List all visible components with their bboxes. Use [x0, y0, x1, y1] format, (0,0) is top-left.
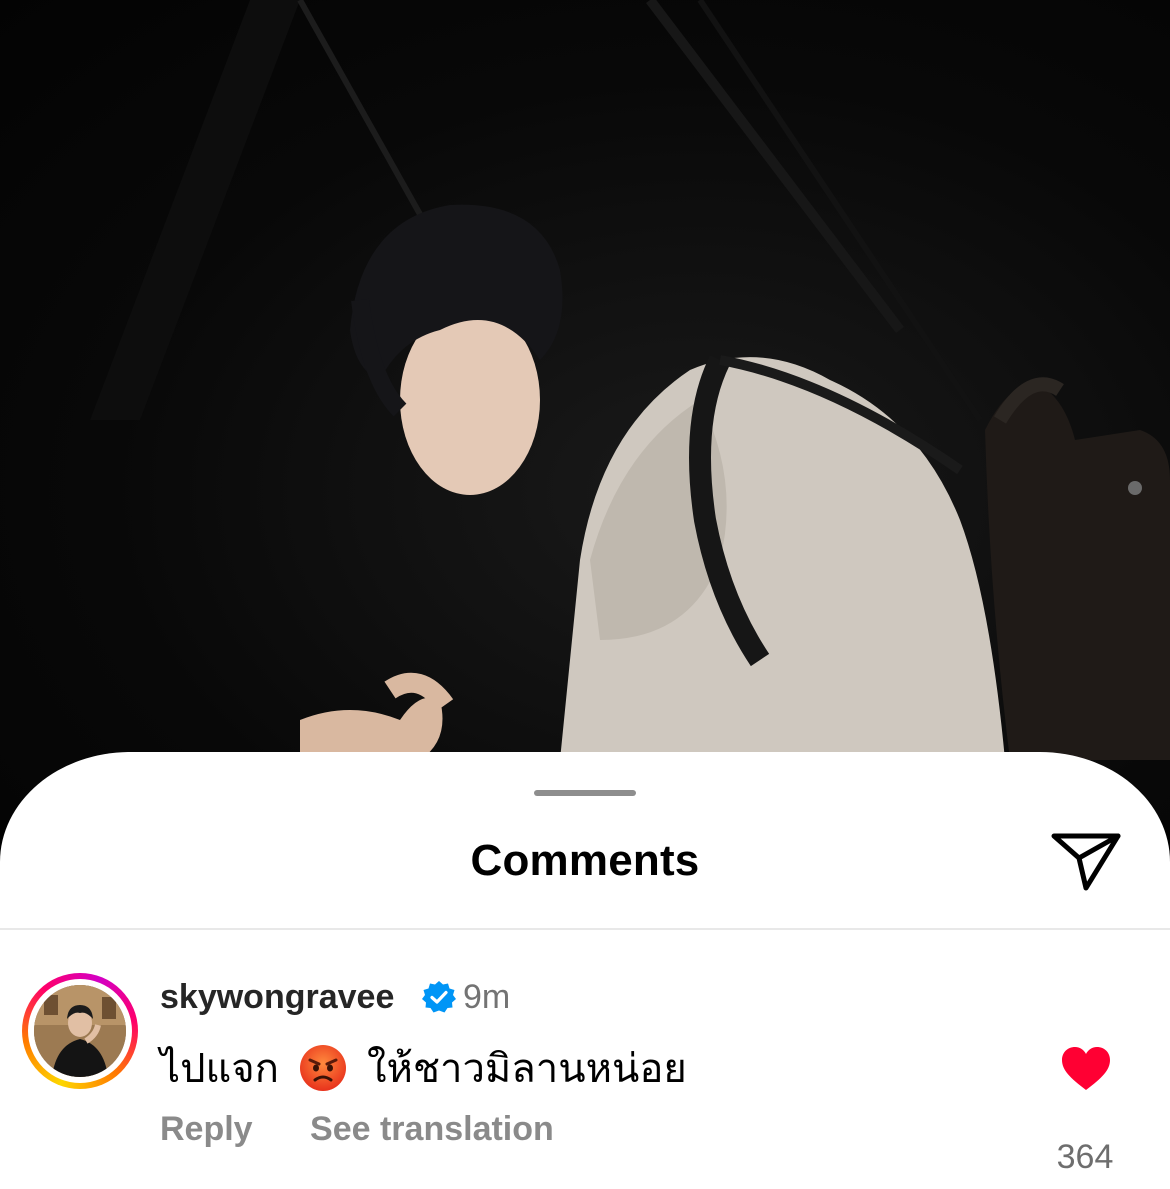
reply-button[interactable]: Reply: [160, 1110, 253, 1148]
send-icon[interactable]: [1050, 830, 1124, 894]
comment-actions: Reply See translation: [160, 1110, 602, 1149]
post-photo: [0, 0, 1170, 820]
comments-sheet: Comments skywongravee 9m ไปแจก ให้ชาวมิล…: [0, 752, 1170, 1189]
see-translation-button[interactable]: See translation: [310, 1110, 554, 1148]
heart-icon[interactable]: [1060, 1046, 1112, 1092]
comment-username[interactable]: skywongravee: [160, 978, 394, 1017]
sheet-title: Comments: [470, 836, 700, 885]
sheet-grabber[interactable]: [534, 790, 636, 796]
avatar-story-ring[interactable]: [22, 973, 138, 1089]
avatar[interactable]: [34, 985, 126, 1077]
comment-text-part1: ไปแจก: [160, 1046, 279, 1092]
comment-time: 9m: [463, 978, 511, 1016]
comment-text-part2: ให้ชาวมิลานหน่อย: [366, 1046, 687, 1092]
like-count: 364: [1056, 1138, 1114, 1176]
comment-text: ไปแจก ให้ชาวมิลานหน่อย: [160, 1036, 687, 1100]
angry-face-emoji: [299, 1045, 346, 1091]
comment-item: skywongravee 9m ไปแจก ให้ชาวมิลานหน่อย R…: [0, 930, 1170, 1189]
verified-badge-icon: [422, 981, 456, 1013]
